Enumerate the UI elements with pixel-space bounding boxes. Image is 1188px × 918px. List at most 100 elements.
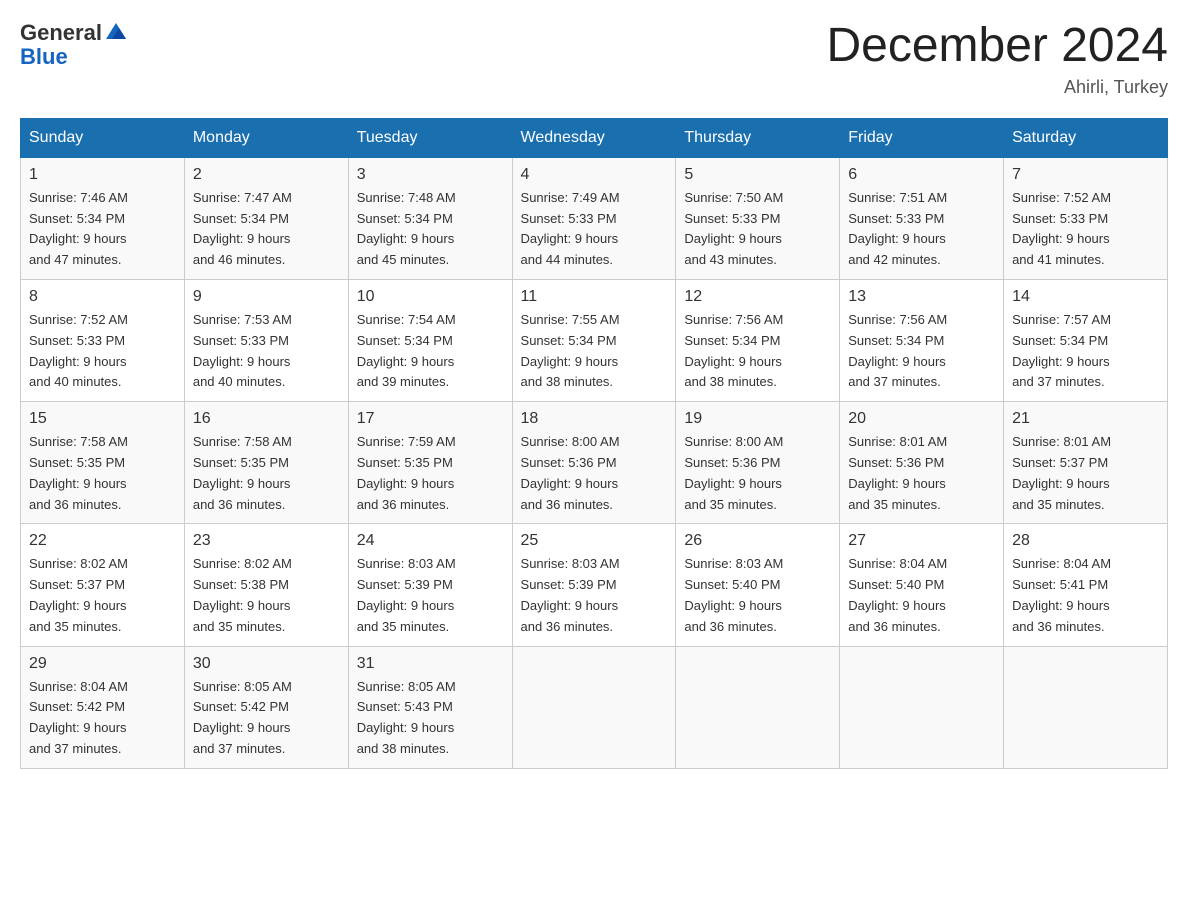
table-row: 29 Sunrise: 8:04 AM Sunset: 5:42 PM Dayl…	[21, 646, 185, 768]
day-number: 23	[193, 532, 340, 550]
table-row: 4 Sunrise: 7:49 AM Sunset: 5:33 PM Dayli…	[512, 157, 676, 279]
day-number: 2	[193, 166, 340, 184]
table-row: 12 Sunrise: 7:56 AM Sunset: 5:34 PM Dayl…	[676, 279, 840, 401]
day-info: Sunrise: 7:58 AM Sunset: 5:35 PM Dayligh…	[29, 432, 176, 515]
col-thursday: Thursday	[676, 118, 840, 157]
day-info: Sunrise: 8:04 AM Sunset: 5:41 PM Dayligh…	[1012, 554, 1159, 637]
day-number: 20	[848, 410, 995, 428]
day-number: 9	[193, 288, 340, 306]
day-info: Sunrise: 7:52 AM Sunset: 5:33 PM Dayligh…	[29, 310, 176, 393]
day-number: 1	[29, 166, 176, 184]
day-number: 8	[29, 288, 176, 306]
day-number: 21	[1012, 410, 1159, 428]
day-info: Sunrise: 7:59 AM Sunset: 5:35 PM Dayligh…	[357, 432, 504, 515]
logo-triangle-icon	[104, 19, 126, 41]
day-info: Sunrise: 8:02 AM Sunset: 5:37 PM Dayligh…	[29, 554, 176, 637]
month-title: December 2024	[826, 20, 1168, 73]
day-number: 25	[521, 532, 668, 550]
day-info: Sunrise: 7:51 AM Sunset: 5:33 PM Dayligh…	[848, 188, 995, 271]
day-info: Sunrise: 8:02 AM Sunset: 5:38 PM Dayligh…	[193, 554, 340, 637]
day-number: 19	[684, 410, 831, 428]
day-info: Sunrise: 7:48 AM Sunset: 5:34 PM Dayligh…	[357, 188, 504, 271]
day-number: 22	[29, 532, 176, 550]
col-tuesday: Tuesday	[348, 118, 512, 157]
table-row: 21 Sunrise: 8:01 AM Sunset: 5:37 PM Dayl…	[1004, 402, 1168, 524]
day-info: Sunrise: 7:56 AM Sunset: 5:34 PM Dayligh…	[684, 310, 831, 393]
day-number: 26	[684, 532, 831, 550]
table-row: 22 Sunrise: 8:02 AM Sunset: 5:37 PM Dayl…	[21, 524, 185, 646]
table-row: 2 Sunrise: 7:47 AM Sunset: 5:34 PM Dayli…	[184, 157, 348, 279]
day-info: Sunrise: 8:01 AM Sunset: 5:36 PM Dayligh…	[848, 432, 995, 515]
title-area: December 2024 Ahirli, Turkey	[826, 20, 1168, 98]
day-number: 30	[193, 655, 340, 673]
day-number: 14	[1012, 288, 1159, 306]
table-row	[512, 646, 676, 768]
table-row: 13 Sunrise: 7:56 AM Sunset: 5:34 PM Dayl…	[840, 279, 1004, 401]
day-number: 13	[848, 288, 995, 306]
table-row: 27 Sunrise: 8:04 AM Sunset: 5:40 PM Dayl…	[840, 524, 1004, 646]
calendar-header: Sunday Monday Tuesday Wednesday Thursday…	[21, 118, 1168, 157]
location: Ahirli, Turkey	[826, 77, 1168, 98]
table-row: 11 Sunrise: 7:55 AM Sunset: 5:34 PM Dayl…	[512, 279, 676, 401]
logo-text-blue: Blue	[20, 44, 126, 70]
day-info: Sunrise: 8:05 AM Sunset: 5:42 PM Dayligh…	[193, 677, 340, 760]
table-row: 23 Sunrise: 8:02 AM Sunset: 5:38 PM Dayl…	[184, 524, 348, 646]
page-header: General Blue December 2024 Ahirli, Turke…	[20, 20, 1168, 98]
table-row: 10 Sunrise: 7:54 AM Sunset: 5:34 PM Dayl…	[348, 279, 512, 401]
day-info: Sunrise: 8:04 AM Sunset: 5:42 PM Dayligh…	[29, 677, 176, 760]
calendar-body: 1 Sunrise: 7:46 AM Sunset: 5:34 PM Dayli…	[21, 157, 1168, 768]
table-row: 9 Sunrise: 7:53 AM Sunset: 5:33 PM Dayli…	[184, 279, 348, 401]
col-saturday: Saturday	[1004, 118, 1168, 157]
day-info: Sunrise: 8:01 AM Sunset: 5:37 PM Dayligh…	[1012, 432, 1159, 515]
table-row	[840, 646, 1004, 768]
table-row: 26 Sunrise: 8:03 AM Sunset: 5:40 PM Dayl…	[676, 524, 840, 646]
table-row: 16 Sunrise: 7:58 AM Sunset: 5:35 PM Dayl…	[184, 402, 348, 524]
table-row: 18 Sunrise: 8:00 AM Sunset: 5:36 PM Dayl…	[512, 402, 676, 524]
table-row: 15 Sunrise: 7:58 AM Sunset: 5:35 PM Dayl…	[21, 402, 185, 524]
day-info: Sunrise: 7:49 AM Sunset: 5:33 PM Dayligh…	[521, 188, 668, 271]
table-row: 20 Sunrise: 8:01 AM Sunset: 5:36 PM Dayl…	[840, 402, 1004, 524]
day-number: 17	[357, 410, 504, 428]
col-monday: Monday	[184, 118, 348, 157]
table-row: 19 Sunrise: 8:00 AM Sunset: 5:36 PM Dayl…	[676, 402, 840, 524]
day-info: Sunrise: 8:00 AM Sunset: 5:36 PM Dayligh…	[684, 432, 831, 515]
table-row: 8 Sunrise: 7:52 AM Sunset: 5:33 PM Dayli…	[21, 279, 185, 401]
table-row: 31 Sunrise: 8:05 AM Sunset: 5:43 PM Dayl…	[348, 646, 512, 768]
col-sunday: Sunday	[21, 118, 185, 157]
day-number: 27	[848, 532, 995, 550]
day-info: Sunrise: 7:46 AM Sunset: 5:34 PM Dayligh…	[29, 188, 176, 271]
day-info: Sunrise: 7:55 AM Sunset: 5:34 PM Dayligh…	[521, 310, 668, 393]
day-info: Sunrise: 8:00 AM Sunset: 5:36 PM Dayligh…	[521, 432, 668, 515]
day-number: 18	[521, 410, 668, 428]
day-number: 6	[848, 166, 995, 184]
day-number: 16	[193, 410, 340, 428]
table-row: 28 Sunrise: 8:04 AM Sunset: 5:41 PM Dayl…	[1004, 524, 1168, 646]
day-info: Sunrise: 8:03 AM Sunset: 5:39 PM Dayligh…	[521, 554, 668, 637]
day-info: Sunrise: 8:04 AM Sunset: 5:40 PM Dayligh…	[848, 554, 995, 637]
table-row: 7 Sunrise: 7:52 AM Sunset: 5:33 PM Dayli…	[1004, 157, 1168, 279]
day-info: Sunrise: 8:03 AM Sunset: 5:39 PM Dayligh…	[357, 554, 504, 637]
day-number: 24	[357, 532, 504, 550]
table-row: 3 Sunrise: 7:48 AM Sunset: 5:34 PM Dayli…	[348, 157, 512, 279]
day-info: Sunrise: 8:03 AM Sunset: 5:40 PM Dayligh…	[684, 554, 831, 637]
day-number: 31	[357, 655, 504, 673]
day-number: 3	[357, 166, 504, 184]
day-info: Sunrise: 7:56 AM Sunset: 5:34 PM Dayligh…	[848, 310, 995, 393]
day-number: 10	[357, 288, 504, 306]
day-number: 29	[29, 655, 176, 673]
day-number: 11	[521, 288, 668, 306]
day-info: Sunrise: 7:47 AM Sunset: 5:34 PM Dayligh…	[193, 188, 340, 271]
table-row: 5 Sunrise: 7:50 AM Sunset: 5:33 PM Dayli…	[676, 157, 840, 279]
col-friday: Friday	[840, 118, 1004, 157]
table-row: 6 Sunrise: 7:51 AM Sunset: 5:33 PM Dayli…	[840, 157, 1004, 279]
day-info: Sunrise: 7:57 AM Sunset: 5:34 PM Dayligh…	[1012, 310, 1159, 393]
day-number: 28	[1012, 532, 1159, 550]
day-info: Sunrise: 7:53 AM Sunset: 5:33 PM Dayligh…	[193, 310, 340, 393]
table-row: 25 Sunrise: 8:03 AM Sunset: 5:39 PM Dayl…	[512, 524, 676, 646]
day-info: Sunrise: 8:05 AM Sunset: 5:43 PM Dayligh…	[357, 677, 504, 760]
day-info: Sunrise: 7:58 AM Sunset: 5:35 PM Dayligh…	[193, 432, 340, 515]
logo: General Blue	[20, 20, 126, 70]
table-row: 17 Sunrise: 7:59 AM Sunset: 5:35 PM Dayl…	[348, 402, 512, 524]
table-row: 14 Sunrise: 7:57 AM Sunset: 5:34 PM Dayl…	[1004, 279, 1168, 401]
day-info: Sunrise: 7:54 AM Sunset: 5:34 PM Dayligh…	[357, 310, 504, 393]
